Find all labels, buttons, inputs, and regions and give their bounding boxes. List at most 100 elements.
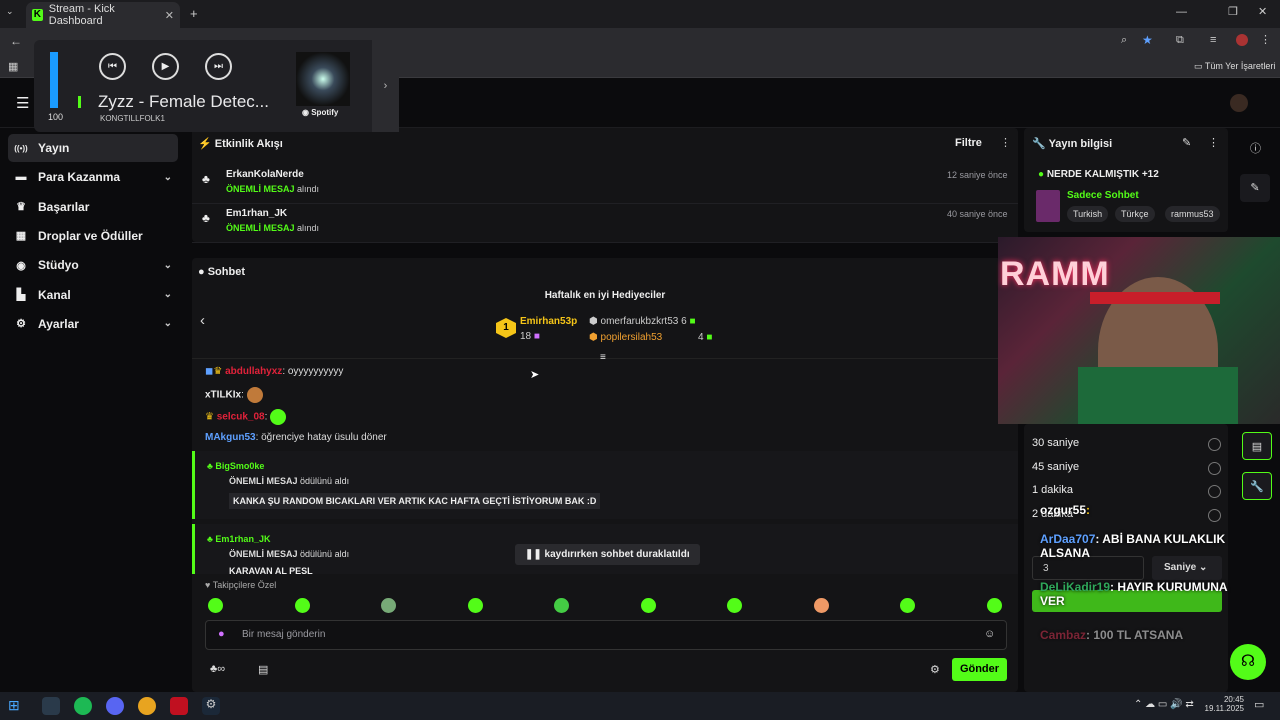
stream-tag[interactable]: Turkish: [1067, 206, 1109, 222]
media-expand-icon[interactable]: ›: [372, 40, 399, 132]
sidebar-item-0[interactable]: ((•)) Yayın: [8, 134, 178, 162]
sidebar-item-6[interactable]: ⚙ Ayarlar ⌄: [8, 310, 178, 338]
minimize-icon[interactable]: —: [1176, 6, 1187, 18]
filter-button[interactable]: Filtre: [955, 137, 982, 149]
chat-username[interactable]: MAkgun53: [205, 432, 256, 443]
volume-bar[interactable]: [50, 52, 58, 108]
hamburger-menu-icon[interactable]: ☰: [16, 94, 29, 112]
sidebar-item-1[interactable]: ▬ Para Kazanma ⌄: [8, 163, 178, 191]
collapse-icon[interactable]: ≡: [600, 352, 606, 363]
slow-mode-option-radio[interactable]: [1208, 438, 1221, 451]
chat-username[interactable]: abdullahyxz: [225, 366, 282, 377]
slow-mode-option-radio[interactable]: [1208, 461, 1221, 475]
extensions-icon[interactable]: ⧉: [1176, 34, 1184, 47]
apps-grid-icon[interactable]: ▦: [8, 60, 18, 73]
badge-icon: ⬢: [589, 316, 598, 327]
tools-wrench-icon[interactable]: 🔧: [1242, 472, 1272, 500]
zoom-icon[interactable]: ⌕: [1121, 34, 1127, 47]
emote-icon[interactable]: [813, 598, 829, 613]
top-gifter-3-count: 4 ■: [698, 332, 713, 343]
chevron-down-icon[interactable]: ⌄: [164, 260, 172, 271]
app-icon[interactable]: [42, 697, 60, 715]
chevron-down-icon[interactable]: ⌄: [164, 289, 172, 300]
sidebar-item-5[interactable]: ▙ Kanal ⌄: [8, 281, 178, 309]
new-tab-icon[interactable]: +: [190, 6, 198, 21]
discord-taskbar-icon[interactable]: [106, 697, 124, 715]
notification-icon[interactable]: ▭: [1254, 698, 1264, 711]
chevron-down-icon[interactable]: ⌄: [164, 318, 172, 329]
event-username[interactable]: Em1rhan_JK: [226, 208, 287, 219]
highlight-user[interactable]: ♣ BigSmo0ke: [207, 461, 264, 471]
previous-track-icon[interactable]: ⏮: [99, 53, 126, 80]
emote-icon: [270, 409, 287, 425]
emote-icon[interactable]: [294, 598, 310, 613]
top-gifter-1-name[interactable]: Emirhan53p: [520, 316, 577, 327]
chat-username[interactable]: xTILKIx: [205, 390, 241, 401]
tab-search-icon[interactable]: ⌄: [6, 6, 20, 20]
chrome-taskbar-icon[interactable]: [138, 697, 156, 715]
top-gifter-3[interactable]: ⬢ popilersilah53: [589, 332, 662, 343]
points-icon[interactable]: ♣∞: [210, 663, 225, 675]
top-gifter-2-name: omerfarukbzkrt53: [600, 316, 679, 327]
mouse-cursor: ➤: [530, 369, 540, 381]
emote-icon[interactable]: [467, 598, 483, 613]
edit-icon[interactable]: ✎: [1182, 136, 1191, 149]
profile-avatar[interactable]: [1236, 34, 1248, 46]
bookmark-star-icon[interactable]: ★: [1142, 33, 1153, 47]
emote-icon[interactable]: [727, 598, 742, 613]
chat-settings-icon[interactable]: ⚙: [930, 663, 940, 676]
spotify-taskbar-icon[interactable]: [74, 697, 92, 715]
edit-pencil-icon[interactable]: ✎: [1240, 174, 1270, 202]
store-icon[interactable]: ▤: [258, 663, 268, 676]
media-control-icon[interactable]: ≡: [1210, 34, 1216, 46]
user-avatar[interactable]: [1230, 94, 1248, 112]
top-gifter-2[interactable]: ⬢ omerfarukbzkrt53 6 ■: [589, 316, 696, 327]
emote-icon[interactable]: [986, 598, 1002, 613]
sidebar-item-4[interactable]: ◉ Stüdyo ⌄: [8, 251, 178, 279]
voicemeeter-taskbar-icon[interactable]: [170, 697, 188, 715]
sidebar-item-2[interactable]: ♛ Başarılar: [8, 193, 178, 221]
emote-icon[interactable]: [640, 598, 656, 613]
info-icon[interactable]: ⓘ: [1250, 140, 1261, 156]
chat-input[interactable]: ● Bir mesaj gönderin ☺: [205, 620, 1007, 650]
chat-message: ♛ selcuk_08:: [205, 409, 287, 425]
sidebar-item-3[interactable]: ▦ Droplar ve Ödüller: [8, 222, 178, 250]
emote-icon[interactable]: [208, 598, 223, 613]
chevron-down-icon[interactable]: ⌄: [164, 172, 172, 183]
help-support-icon[interactable]: ☊: [1230, 644, 1266, 680]
category-link[interactable]: Sadece Sohbet: [1067, 190, 1139, 201]
slow-mode-option-radio[interactable]: [1208, 485, 1221, 498]
category-thumbnail[interactable]: [1036, 190, 1060, 222]
play-icon[interactable]: ▶: [152, 53, 179, 80]
emoji-icon[interactable]: ☺: [984, 628, 995, 640]
microphone-icon[interactable]: ●: [218, 628, 225, 640]
chat-username[interactable]: selcuk_08: [217, 412, 265, 423]
close-tab-icon[interactable]: ✕: [165, 9, 174, 22]
browser-menu-icon[interactable]: ⋮: [1260, 33, 1271, 46]
steam-taskbar-icon[interactable]: ⚙: [202, 697, 220, 715]
clock[interactable]: 20:45 19.11.2025: [1196, 695, 1244, 713]
all-bookmarks[interactable]: ▭ Tüm Yer İşaretleri: [1194, 61, 1275, 72]
highlight-user[interactable]: ♣ Em1rhan_JK: [207, 534, 270, 544]
back-icon[interactable]: ←: [10, 34, 22, 48]
system-tray-icons[interactable]: ⌃ ☁ ▭ 🔊 ⇄: [1134, 699, 1194, 710]
send-button[interactable]: Gönder: [952, 658, 1007, 681]
windows-start-icon[interactable]: ⊞: [8, 697, 26, 715]
stream-tag[interactable]: rammus53: [1165, 206, 1220, 222]
pause-icon: ❚❚: [525, 549, 542, 560]
emote-icon[interactable]: [554, 598, 569, 613]
back-arrow-icon[interactable]: ‹: [200, 312, 205, 329]
event-username[interactable]: ErkanKolaNerde: [226, 169, 304, 180]
browser-tab[interactable]: K Stream - Kick Dashboard ✕: [26, 2, 180, 28]
next-track-icon[interactable]: ⏭: [205, 53, 232, 80]
chat-paused-banner[interactable]: ❚❚ kaydırırken sohbet duraklatıldı: [515, 544, 700, 565]
stream-info-menu-icon[interactable]: ⋮: [1208, 136, 1219, 149]
stream-tag[interactable]: Türkçe: [1115, 206, 1155, 222]
activity-menu-icon[interactable]: ⋮: [1000, 136, 1011, 149]
dashboard-layout-icon[interactable]: ▤: [1242, 432, 1272, 460]
emote-icon[interactable]: [381, 598, 396, 613]
maximize-icon[interactable]: ❐: [1228, 5, 1238, 18]
channel-icon: ▙: [16, 289, 26, 301]
close-window-icon[interactable]: ✕: [1258, 5, 1267, 18]
emote-icon[interactable]: [900, 598, 915, 613]
